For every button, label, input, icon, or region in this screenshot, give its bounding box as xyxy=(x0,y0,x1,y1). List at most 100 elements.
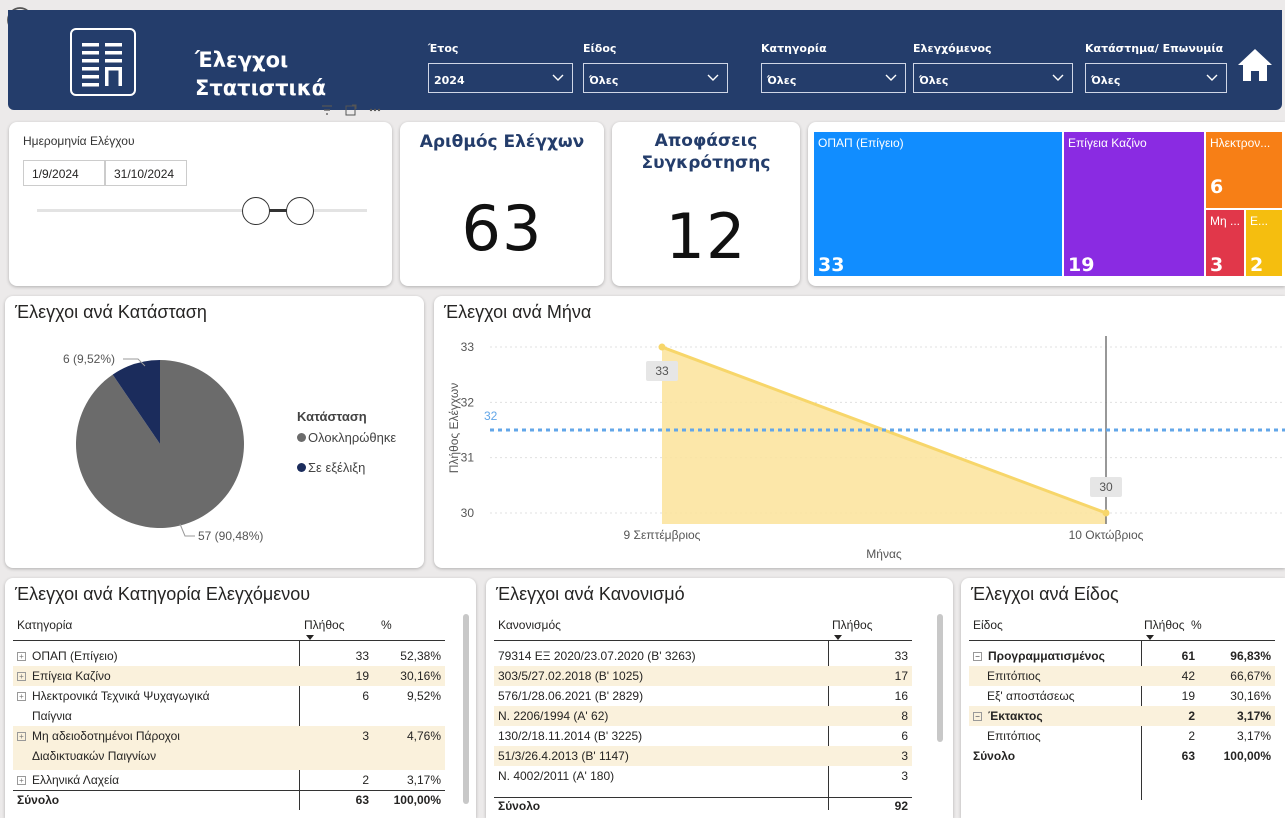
table-row[interactable]: − Προγραμματισμένος 61 96,83% xyxy=(969,646,1275,666)
legend-marker xyxy=(297,463,306,472)
table-total-row: Σύνολο 63 100,00% xyxy=(973,749,1271,763)
table-row[interactable]: Εξ' αποστάσεως 19 30,16% xyxy=(969,686,1275,706)
table-row[interactable]: 51/3/26.4.2013 (Β' 1147) 3 xyxy=(494,746,912,766)
slider-end-handle[interactable] xyxy=(286,197,314,225)
pie-leader-line xyxy=(179,523,195,537)
scrollbar[interactable] xyxy=(937,614,943,742)
table-row[interactable]: Ν. 4002/2011 (Α' 180) 3 xyxy=(494,766,912,786)
treemap-tile-label: Ηλεκτρον... xyxy=(1210,136,1271,150)
table-row[interactable]: 79314 ΕΞ 2020/23.07.2020 (Β' 3263) 33 xyxy=(494,646,912,666)
kpi-checks-value: 63 xyxy=(461,192,543,265)
table-row[interactable]: 303/5/27.02.2018 (Β' 1025) 17 xyxy=(494,666,912,686)
col-header-count[interactable]: Πλήθος xyxy=(1144,618,1184,632)
kpi-decisions-value: 12 xyxy=(665,200,747,273)
filter-type-label: Είδος xyxy=(583,42,617,55)
expand-icon[interactable]: + xyxy=(17,692,26,702)
table-type-card: Έλεγχοι ανά Είδος Είδος Πλήθος % − Προγρα… xyxy=(961,578,1285,818)
kpi-decisions-title: Αποφάσεις Συγκρότησης xyxy=(641,131,771,173)
col-header-type[interactable]: Είδος xyxy=(973,618,1003,632)
treemap-tile-value: 33 xyxy=(818,254,845,276)
date-slicer-label: Ημερομηνία Ελέγχου xyxy=(23,134,135,148)
table-total-row: Σύνολο 63 100,00% xyxy=(13,790,445,810)
scrollbar[interactable] xyxy=(463,614,469,804)
y-tick-label: 33 xyxy=(461,340,475,354)
data-label: 30 xyxy=(1099,480,1113,494)
treemap: ΟΠΑΠ (Επίγειο) 33 Επίγεια Καζίνο 19 Ηλεκτρον… xyxy=(814,132,1282,276)
filter-inspected-label: Ελεγχόμενος xyxy=(913,42,992,55)
filter-year-dropdown[interactable]: 2024 xyxy=(428,63,573,93)
pie-data-label: 6 (9,52%) xyxy=(63,352,115,366)
visual-header xyxy=(318,100,390,120)
chevron-down-icon xyxy=(707,74,719,81)
table-row[interactable]: 130/2/18.11.2014 (Β' 3225) 6 xyxy=(494,726,912,746)
slider-start-handle[interactable] xyxy=(242,197,270,225)
filter-store-dropdown[interactable]: Όλες xyxy=(1085,63,1227,93)
treemap-tile[interactable]: Ε... 2 xyxy=(1246,210,1282,276)
treemap-tile-value: 19 xyxy=(1068,254,1095,276)
table-row[interactable]: + ΟΠΑΠ (Επίγειο) 33 52,38% xyxy=(13,646,445,666)
table-row[interactable]: + Μη αδειοδοτημένοι Πάροχοι Διαδικτυακών Π… xyxy=(13,726,445,770)
table-regulation-body: 79314 ΕΞ 2020/23.07.2020 (Β' 3263) 33 303/… xyxy=(494,646,912,796)
treemap-tile[interactable]: ΟΠΑΠ (Επίγειο) 33 xyxy=(814,132,1062,276)
table-regulation-total-label: Σύνολο xyxy=(498,799,541,813)
col-header-count[interactable]: Πλήθος xyxy=(304,618,344,632)
expand-icon[interactable]: + xyxy=(17,652,26,662)
area-fill xyxy=(662,347,1106,524)
col-header-regulation[interactable]: Κανονισμός xyxy=(498,618,561,632)
focus-mode-icon[interactable] xyxy=(344,103,358,117)
pie-legend-item-completed[interactable]: Ολοκληρώθηκε xyxy=(297,430,396,445)
more-options-icon[interactable] xyxy=(368,103,382,117)
col-header-percent[interactable]: % xyxy=(1191,618,1202,632)
table-row[interactable]: + Ηλεκτρονικά Τεχνικά Ψυχαγωγικά Παίγνια 6… xyxy=(13,686,445,726)
col-header-count[interactable]: Πλήθος xyxy=(832,618,872,632)
date-start-input[interactable]: 1/9/2024 xyxy=(23,160,105,186)
table-category-body: + ΟΠΑΠ (Επίγειο) 33 52,38% + Επίγεια Καζίν… xyxy=(13,646,445,810)
expand-icon[interactable]: + xyxy=(17,732,26,742)
total-divider xyxy=(494,797,912,798)
treemap-tile-value: 3 xyxy=(1210,254,1224,276)
logo xyxy=(70,28,136,96)
treemap-tile-value: 6 xyxy=(1210,176,1224,198)
pie-data-label: 57 (90,48%) xyxy=(198,529,263,543)
treemap-tile-value: 2 xyxy=(1250,254,1264,276)
treemap-tile[interactable]: Ηλεκτρον... 6 xyxy=(1206,132,1282,208)
area-chart: 33 32 31 30 32 33 30 9 Σεπτέμβριος 10 Οκτώβριος Μ… xyxy=(447,336,1285,561)
filter-icon[interactable] xyxy=(320,103,334,117)
slider-track xyxy=(37,209,367,212)
col-header-category[interactable]: Κατηγορία xyxy=(17,618,72,632)
collapse-icon[interactable]: − xyxy=(973,712,982,722)
treemap-tile[interactable]: Μη ... 3 xyxy=(1206,210,1244,276)
pie-legend-title: Κατάσταση xyxy=(297,409,367,424)
x-tick-label: 9 Σεπτέμβριος xyxy=(624,528,701,542)
table-row[interactable]: − Έκτακτος 2 3,17% xyxy=(969,706,1275,726)
pie-legend-item-in-progress[interactable]: Σε εξέλιξη xyxy=(297,460,365,475)
table-row[interactable]: Επιτόπιος 42 66,67% xyxy=(969,666,1275,686)
x-axis-title: Μήνας xyxy=(866,547,902,561)
table-row[interactable]: + Ελληνικά Λαχεία 2 3,17% xyxy=(13,770,445,790)
filter-category-label: Κατηγορία xyxy=(761,42,827,55)
treemap-tile[interactable]: Επίγεια Καζίνο 19 xyxy=(1064,132,1204,276)
average-line-label: 32 xyxy=(484,409,498,423)
data-point[interactable] xyxy=(1102,509,1110,517)
chevron-down-icon xyxy=(1206,74,1218,81)
home-icon[interactable] xyxy=(1236,46,1274,84)
filter-category-dropdown[interactable]: Όλες xyxy=(761,63,906,93)
collapse-icon[interactable]: − xyxy=(973,652,982,662)
date-end-input[interactable]: 31/10/2024 xyxy=(105,160,187,186)
filter-store-label: Κατάστημα/ Επωνυμία xyxy=(1085,42,1224,55)
table-row[interactable]: Ν. 2206/1994 (Α' 62) 8 xyxy=(494,706,912,726)
page-title: Έλεγχοι Στατιστικά xyxy=(195,48,327,100)
expand-icon[interactable]: + xyxy=(17,672,26,682)
table-row[interactable]: Επιτόπιος 2 3,17% xyxy=(969,726,1275,746)
table-type-body: − Προγραμματισμένος 61 96,83% Επιτόπιος 4… xyxy=(969,646,1275,766)
table-row[interactable]: 576/1/28.06.2021 (Β' 2829) 16 xyxy=(494,686,912,706)
chevron-down-icon xyxy=(1052,74,1064,81)
treemap-tile-label: Επίγεια Καζίνο xyxy=(1068,136,1147,150)
expand-icon[interactable]: + xyxy=(17,776,26,786)
filter-inspected-dropdown[interactable]: Όλες xyxy=(913,63,1073,93)
col-header-percent[interactable]: % xyxy=(381,618,392,632)
y-axis-title: Πλήθος Ελέγχων xyxy=(447,383,461,474)
filter-type-dropdown[interactable]: Όλες xyxy=(583,63,728,93)
data-point[interactable] xyxy=(658,343,666,351)
table-row[interactable]: + Επίγεια Καζίνο 19 30,16% xyxy=(13,666,445,686)
